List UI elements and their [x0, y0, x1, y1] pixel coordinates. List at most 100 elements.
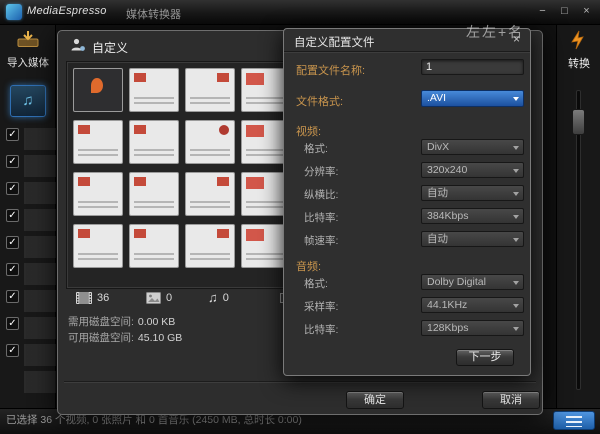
video-thumbnail[interactable]: [185, 172, 235, 216]
window-controls: − □ ×: [535, 4, 594, 19]
photo-count: 0: [166, 292, 172, 304]
list-view-icon: [566, 416, 582, 427]
video-thumbnail[interactable]: [129, 224, 179, 268]
item-checkbox[interactable]: ✓: [6, 182, 19, 195]
disk-required-label: 需用磁盘空间:: [68, 316, 134, 328]
video-resolution-select[interactable]: 320x240: [421, 162, 524, 178]
video-format-label: 格式:: [304, 141, 328, 156]
video-thumbnail[interactable]: [73, 68, 123, 112]
video-thumbnail[interactable]: [129, 120, 179, 164]
audio-format-value: Dolby Digital: [427, 276, 486, 288]
video-aspect-value: 自动: [427, 187, 448, 199]
item-checkbox[interactable]: ✓: [6, 236, 19, 249]
music-count: 0: [223, 292, 229, 304]
next-button[interactable]: 下一步: [456, 349, 514, 366]
audio-format-label: 格式:: [304, 276, 328, 291]
photo-count-stat: 0: [146, 292, 172, 304]
chevron-down-icon: [513, 238, 519, 242]
item-checkbox[interactable]: ✓: [6, 290, 19, 303]
video-thumbnail[interactable]: [185, 120, 235, 164]
video-bitrate-value: 384Kbps: [427, 210, 468, 222]
video-aspect-label: 纵横比:: [304, 187, 338, 202]
video-section-label: 视频:: [296, 123, 321, 139]
media-library-button[interactable]: ♫: [10, 85, 46, 117]
left-sidebar: 导入媒体 ♫ ✓ ✓ ✓ ✓ ✓ ✓ ✓ ✓ ✓: [0, 25, 56, 408]
video-resolution-label: 分辨率:: [304, 164, 338, 179]
film-icon: [76, 292, 92, 304]
item-checkbox[interactable]: ✓: [6, 317, 19, 330]
audio-section-label: 音频:: [296, 258, 321, 274]
video-aspect-select[interactable]: 自动: [421, 185, 524, 201]
media-library-icon: ♫: [22, 92, 33, 109]
app-title: 媒体转换器: [126, 6, 181, 22]
chevron-down-icon: [513, 146, 519, 150]
chevron-down-icon: [513, 304, 519, 308]
app-logo-icon: [6, 4, 22, 20]
ok-button[interactable]: 确定: [346, 391, 404, 409]
profile-name-label: 配置文件名称:: [296, 62, 365, 78]
audio-bitrate-value: 128Kbps: [427, 322, 468, 334]
video-thumbnail[interactable]: [129, 68, 179, 112]
video-thumbnail[interactable]: [185, 224, 235, 268]
chevron-down-icon: [513, 97, 519, 101]
disk-required-value: 0.00 KB: [138, 316, 175, 328]
import-media-button[interactable]: 导入媒体: [0, 30, 56, 70]
maximize-button[interactable]: □: [557, 4, 572, 19]
disk-required-row: 需用磁盘空间: 0.00 KB: [68, 314, 175, 329]
dialog-footer-separator: [64, 381, 536, 382]
audio-bitrate-select[interactable]: 128Kbps: [421, 320, 524, 336]
video-format-value: DivX: [427, 141, 449, 153]
file-format-select[interactable]: .AVI: [421, 90, 524, 107]
checkbox-column: ✓ ✓ ✓ ✓ ✓ ✓ ✓ ✓ ✓: [6, 128, 19, 357]
convert-button[interactable]: 转换: [557, 29, 600, 71]
audio-bitrate-label: 比特率:: [304, 322, 338, 337]
list-view-button[interactable]: [553, 411, 595, 430]
chevron-down-icon: [513, 215, 519, 219]
import-media-icon: [16, 30, 40, 48]
music-count-stat: ♫ 0: [208, 292, 229, 304]
thumbnail-grid: [73, 68, 291, 268]
cancel-button[interactable]: 取消: [482, 391, 540, 409]
import-media-label: 导入媒体: [0, 55, 56, 70]
file-format-value: .AVI: [427, 92, 446, 104]
close-button[interactable]: ×: [579, 4, 594, 19]
convert-lightning-icon: [568, 29, 590, 51]
watermark-text: 左左+名: [466, 22, 524, 42]
logo-text: MediaEspresso: [27, 5, 107, 17]
video-framerate-value: 自动: [427, 233, 448, 245]
video-framerate-select[interactable]: 自动: [421, 231, 524, 247]
video-thumbnail[interactable]: [129, 172, 179, 216]
chevron-down-icon: [513, 169, 519, 173]
video-thumbnail[interactable]: [73, 224, 123, 268]
item-checkbox[interactable]: ✓: [6, 263, 19, 276]
item-checkbox[interactable]: ✓: [6, 155, 19, 168]
thumbnail-panel: [66, 61, 306, 289]
zoom-slider-track[interactable]: [576, 90, 581, 390]
music-note-icon: ♫: [208, 292, 218, 304]
item-checkbox[interactable]: ✓: [6, 128, 19, 141]
chevron-down-icon: [513, 192, 519, 196]
media-list-partial: [24, 128, 56, 398]
video-bitrate-label: 比特率:: [304, 210, 338, 225]
video-thumbnail[interactable]: [73, 172, 123, 216]
video-thumbnail[interactable]: [73, 120, 123, 164]
zoom-slider-handle[interactable]: [572, 109, 585, 135]
video-thumbnail[interactable]: [185, 68, 235, 112]
audio-samplerate-value: 44.1KHz: [427, 299, 467, 311]
video-bitrate-select[interactable]: 384Kbps: [421, 208, 524, 224]
app-window: MediaEspresso 媒体转换器 − □ × 左左+名 导入媒体 ♫ ✓✓…: [0, 0, 600, 434]
video-format-select[interactable]: DivX: [421, 139, 524, 155]
video-resolution-value: 320x240: [427, 164, 467, 176]
audio-samplerate-select[interactable]: 44.1KHz: [421, 297, 524, 313]
profile-name-input[interactable]: [421, 59, 524, 75]
disk-available-row: 可用磁盘空间:45.10 GB: [68, 330, 182, 345]
customize-dialog-title: 自定义: [92, 39, 128, 56]
item-checkbox[interactable]: ✓: [6, 209, 19, 222]
video-count-stat: 36: [76, 292, 109, 304]
profile-dialog-title: 自定义配置文件: [294, 34, 375, 50]
item-checkbox[interactable]: ✓: [6, 344, 19, 357]
photo-icon: [146, 292, 161, 304]
disk-available-label: 可用磁盘空间:: [68, 332, 134, 344]
audio-format-select[interactable]: Dolby Digital: [421, 274, 524, 290]
minimize-button[interactable]: −: [535, 4, 550, 19]
